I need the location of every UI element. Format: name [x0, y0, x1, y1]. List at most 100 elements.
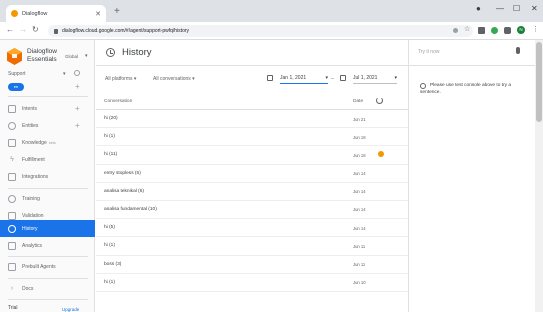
extension-green-icon[interactable] [491, 27, 498, 34]
puzzle-icon[interactable] [504, 27, 511, 34]
platform-filter-label: All platforms [105, 76, 133, 82]
browser-tab[interactable]: Dialogflow ✕ [6, 5, 106, 22]
book-icon [8, 138, 16, 147]
sidebar-item-fulfillment[interactable]: ϟ Fulfillment [0, 151, 95, 168]
brand[interactable]: Dialogflow Essentials Global ▾ [7, 46, 95, 68]
dialogflow-logo-icon [7, 48, 22, 65]
table-row[interactable]: hi (20) Jun 21 [96, 110, 408, 129]
address-bar-row: ← → ↻ dialogflow.cloud.google.com/#/agen… [0, 22, 543, 40]
trial-label: Trial [8, 305, 18, 311]
table-header: Conversation Date [96, 92, 408, 110]
upgrade-link[interactable]: Upgrade [62, 307, 79, 312]
language-row: en + [8, 82, 90, 93]
conversation-name: hi (5) [104, 225, 115, 231]
gear-icon[interactable] [74, 70, 80, 76]
minimize-icon[interactable]: — [496, 4, 504, 13]
url-text: dialogflow.cloud.google.com/#/agent/supp… [62, 28, 190, 34]
sidebar-item-entities[interactable]: Entities + [0, 117, 95, 134]
conversation-name: hi (1) [104, 279, 115, 285]
close-window-icon[interactable]: ✕ [531, 4, 538, 13]
sidebar-item-history[interactable]: History [0, 220, 95, 237]
sidebar-item-label: Prebuilt Agents [22, 263, 56, 270]
bolt-icon: ϟ [10, 155, 14, 163]
sidebar-item-prebuilt-agents[interactable]: Prebuilt Agents [0, 258, 95, 275]
language-chip[interactable]: en [8, 83, 24, 91]
chevron-down-icon[interactable]: ▾ [63, 71, 66, 77]
platform-filter[interactable]: All platforms ▾ [105, 76, 136, 82]
url-field[interactable]: dialogflow.cloud.google.com/#/agent/supp… [48, 25, 473, 37]
table-row[interactable]: hi (1) Jun 10 [96, 274, 408, 292]
date-separator: – [331, 76, 334, 82]
table-row[interactable]: hi (1) Jun 18 [96, 128, 408, 147]
conversation-date: Jun 14 [353, 207, 366, 213]
table-row[interactable]: boss (3) Jun 11 [96, 256, 408, 274]
date-from-field[interactable]: Jan 1, 2021 ▾ [280, 75, 328, 84]
dialogflow-favicon-icon [11, 10, 18, 17]
date-to-field[interactable]: Jul 1, 2021 ▾ [353, 75, 397, 84]
sidebar-item-training[interactable]: Training [0, 190, 95, 207]
region-selector[interactable]: Global [65, 54, 78, 59]
scrollbar-thumb[interactable] [536, 42, 542, 122]
sidebar-item-integrations[interactable]: Integrations [0, 168, 95, 185]
filter-bar: All platforms ▾ All conversations ▾ Jan … [96, 70, 408, 90]
calendar-icon[interactable] [267, 75, 273, 81]
chevron-down-icon[interactable]: ▾ [85, 53, 88, 59]
conversation-name: boss (3) [104, 261, 122, 267]
page-title: History [122, 47, 152, 58]
conversation-name: hi (1) [104, 134, 115, 140]
page-header: History [96, 40, 408, 66]
column-header-conversation: Conversation [104, 99, 133, 104]
brand-name: Dialogflow Essentials [27, 48, 57, 63]
search-icon[interactable] [453, 28, 458, 33]
bookmark-star-icon[interactable]: ☆ [464, 25, 470, 33]
browser-tab-strip: Dialogflow ✕ + ● — ☐ ✕ [0, 0, 543, 22]
close-tab-icon[interactable]: ✕ [95, 10, 101, 18]
table-row[interactable]: entry stopless (5) Jun 14 [96, 165, 408, 183]
conversation-date: Jun 14 [353, 225, 366, 231]
add-language-icon[interactable]: + [75, 82, 80, 91]
refresh-icon[interactable] [376, 97, 383, 104]
conversation-filter[interactable]: All conversations ▾ [153, 76, 195, 82]
microphone-icon[interactable] [516, 47, 520, 54]
back-icon[interactable]: ← [6, 25, 14, 34]
extension-icon[interactable] [478, 27, 485, 34]
sidebar-item-label: Intents [22, 105, 38, 112]
add-intent-icon[interactable]: + [75, 104, 80, 113]
column-header-date[interactable]: Date [353, 99, 363, 104]
table-row[interactable]: hi (5) Jun 14 [96, 219, 408, 238]
add-entity-icon[interactable]: + [75, 121, 80, 130]
maximize-icon[interactable]: ☐ [513, 4, 520, 13]
table-row[interactable]: hi (11) Jun 18 [96, 146, 408, 165]
conversation-name: hi (11) [104, 152, 118, 158]
reload-icon[interactable]: ↻ [32, 25, 39, 34]
profile-dot-icon[interactable]: ● [476, 4, 481, 13]
table-row[interactable]: analisa fundamental (10) Jun 14 [96, 201, 408, 220]
agent-name: Support [8, 71, 26, 77]
history-icon [8, 224, 16, 233]
try-it-input[interactable]: Try it now [418, 49, 439, 55]
conversation-date: Jun 18 [353, 152, 366, 158]
beta-badge: beta [48, 140, 56, 145]
scrollbar[interactable] [535, 40, 543, 312]
chrome-menu-icon[interactable]: ⋮ [532, 25, 539, 33]
sidebar-item-analytics[interactable]: Analytics [0, 237, 95, 254]
sidebar-item-knowledge[interactable]: Knowledge beta [0, 134, 95, 151]
analytics-icon [8, 241, 16, 250]
agent-selector[interactable]: Support ▾ [8, 70, 90, 81]
forward-icon[interactable]: → [19, 25, 27, 34]
calendar-icon[interactable] [340, 75, 346, 81]
conversation-date: Jun 14 [353, 171, 366, 177]
sidebar-item-label: History [22, 225, 38, 232]
conversation-date: Jun 10 [353, 280, 366, 286]
profile-avatar[interactable]: N [517, 26, 525, 34]
prebuilt-icon [8, 262, 16, 271]
table-row[interactable]: hi (1) Jun 11 [96, 237, 408, 256]
conversation-date: Jun 11 [353, 243, 366, 249]
sidebar-item-docs[interactable]: › Docs [0, 280, 95, 297]
sidebar-item-intents[interactable]: Intents + [0, 100, 95, 117]
table-row[interactable]: analisa teknikal (5) Jun 14 [96, 183, 408, 201]
validation-icon [8, 211, 16, 220]
divider [8, 278, 88, 279]
training-icon [8, 194, 16, 203]
new-tab-icon[interactable]: + [114, 6, 120, 17]
